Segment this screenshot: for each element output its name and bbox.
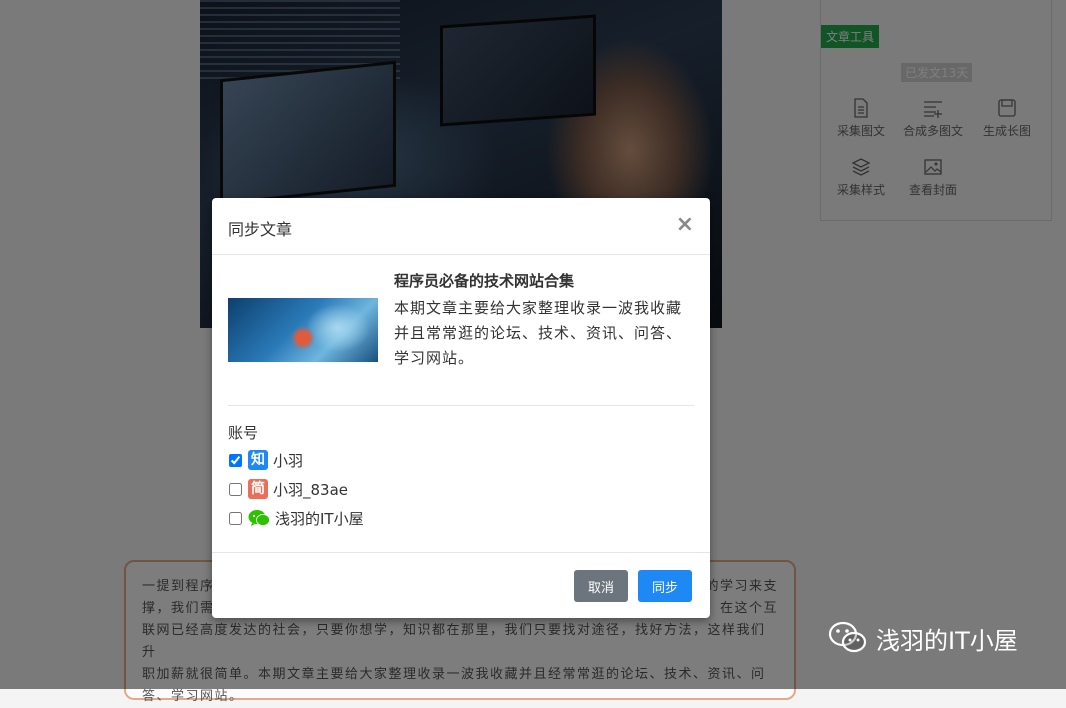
close-icon[interactable]: × [676, 214, 694, 236]
account-name: 小羽 [273, 451, 304, 470]
modal-header: 同步文章 × [212, 198, 710, 255]
account-name: 小羽_83ae [273, 480, 349, 499]
account-zhihu[interactable]: 知 小羽 [228, 449, 303, 471]
cancel-button[interactable]: 取消 [574, 570, 629, 602]
account-jianshu[interactable]: 简 小羽_83ae [228, 478, 348, 500]
body-text: 答、学习网站。 [142, 689, 244, 704]
article-preview: 程序员必备的技术网站合集 本期文章主要给大家整理收录一波我收藏并且常常逛的论坛、… [228, 270, 694, 406]
accounts-label: 账号 [228, 424, 259, 442]
account-checkbox[interactable] [229, 511, 242, 525]
account-name: 浅羽的IT小屋 [275, 509, 364, 528]
watermark-text: 浅羽的IT小屋 [876, 626, 1018, 655]
article-title: 程序员必备的技术网站合集 [394, 272, 575, 290]
account-checkbox[interactable] [229, 482, 242, 496]
article-thumbnail [228, 298, 378, 362]
zhihu-icon: 知 [248, 450, 268, 470]
watermark: 浅羽的IT小屋 [828, 620, 1018, 656]
modal-footer: 取消 同步 [212, 552, 710, 619]
wechat-icon [248, 510, 270, 526]
account-checkbox[interactable] [229, 453, 242, 467]
sync-article-dialog: 同步文章 × 程序员必备的技术网站合集 本期文章主要给大家整理收录一波我收藏并且… [212, 198, 710, 618]
modal-title: 同步文章 [228, 220, 293, 239]
article-description: 本期文章主要给大家整理收录一波我收藏并且常常逛的论坛、技术、资讯、问答、学习网站… [394, 299, 683, 367]
sync-button[interactable]: 同步 [638, 570, 693, 602]
jianshu-icon: 简 [248, 479, 268, 499]
account-wechat[interactable]: 浅羽的IT小屋 [228, 507, 364, 529]
wechat-icon [828, 621, 867, 653]
